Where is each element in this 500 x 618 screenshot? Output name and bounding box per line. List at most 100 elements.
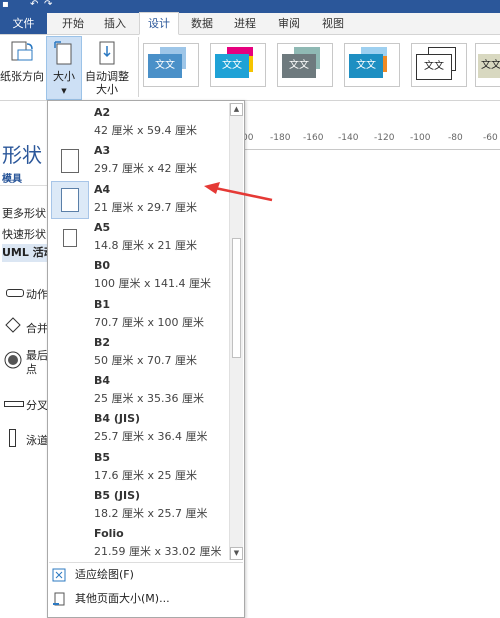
- theme-thumbnail-6[interactable]: 文文: [475, 43, 500, 87]
- page-size-option-b1[interactable]: B1 70.7 厘米 x 100 厘米: [48, 295, 228, 333]
- page-size-name: B4: [94, 374, 111, 388]
- dropdown-separator: [49, 562, 243, 563]
- page-size-name: B0: [94, 259, 111, 273]
- theme-swatch-front: 文文: [282, 54, 316, 78]
- redo-icon[interactable]: ↷: [44, 0, 52, 10]
- page-size-dropdown: A2 42 厘米 x 59.4 厘米 A3 29.7 厘米 x 42 厘米 A4 21 厘…: [47, 100, 245, 618]
- theme-thumbnail-2[interactable]: 文文: [210, 43, 266, 87]
- shapes-pane-title: 形状: [2, 143, 42, 167]
- fork-shape-icon: [4, 401, 24, 407]
- tab-review[interactable]: 审阅: [271, 13, 307, 34]
- page-size-name: A4: [94, 182, 111, 196]
- page-size-option-folio[interactable]: Folio 21.59 厘米 x 33.02 厘米: [48, 524, 228, 562]
- auto-size-icon: [99, 41, 115, 65]
- page-size-dimensions: 42 厘米 x 59.4 厘米: [94, 124, 197, 137]
- theme-swatch-front: 文文: [416, 54, 452, 80]
- ruler-tick: -80: [448, 133, 463, 143]
- page-thumbnail-icon: [61, 187, 79, 212]
- page-size-name: B1: [94, 297, 111, 311]
- scrollbar-thumb[interactable]: [232, 238, 241, 358]
- page-thumbnail-icon: [61, 149, 79, 174]
- theme-swatch-front: 文文: [349, 54, 383, 78]
- theme-thumbnail-5[interactable]: 文文: [411, 43, 467, 87]
- more-shapes-item[interactable]: 更多形状: [2, 205, 46, 221]
- tab-insert[interactable]: 插入: [97, 13, 133, 34]
- page-size-name: Folio: [94, 527, 124, 541]
- tab-process[interactable]: 进程: [227, 13, 263, 34]
- page-size-option-b4-jis[interactable]: B4 (JIS) 25.7 厘米 x 36.4 厘米: [48, 409, 228, 447]
- page-size-option-b0[interactable]: B0 100 厘米 x 141.4 厘米: [48, 256, 228, 294]
- theme-thumbnail-4[interactable]: 文文: [344, 43, 400, 87]
- tab-data[interactable]: 数据: [184, 13, 220, 34]
- ruler-tick: -160: [303, 133, 324, 143]
- shape-label-swimlane[interactable]: 泳道: [26, 432, 48, 448]
- app-icon: ▪: [2, 0, 9, 10]
- size-label: 大小: [53, 70, 75, 83]
- tab-view[interactable]: 视图: [315, 13, 351, 34]
- ruler-tick: -120: [374, 133, 395, 143]
- page-size-dimensions: 17.6 厘米 x 25 厘米: [94, 468, 197, 482]
- page-size-name: B4 (JIS): [94, 412, 141, 426]
- page-size-dimensions: 21.59 厘米 x 33.02 厘米: [94, 545, 222, 559]
- ribbon-divider: [138, 37, 139, 97]
- fit-to-drawing-item[interactable]: 适应绘图(F): [48, 565, 244, 585]
- theme-thumbnail-3[interactable]: 文文: [277, 43, 333, 87]
- orientation-button[interactable]: 纸张方向: [0, 37, 44, 83]
- page-size-icon: [54, 41, 72, 65]
- annotation-arrow-icon: [204, 182, 273, 202]
- tab-home[interactable]: 开始: [55, 13, 91, 34]
- page-size-dimensions: 70.7 厘米 x 100 厘米: [94, 315, 204, 329]
- page-size-option-a5[interactable]: A5 14.8 厘米 x 21 厘米: [48, 218, 228, 256]
- pane-divider: [0, 185, 47, 186]
- page-size-option-a3[interactable]: A3 29.7 厘米 x 42 厘米: [48, 141, 228, 179]
- uml-activity-stencil[interactable]: UML 活动: [2, 244, 47, 262]
- tab-file[interactable]: 文件: [0, 13, 47, 34]
- shape-label-merge[interactable]: 合并: [26, 320, 48, 336]
- page-size-option-b4[interactable]: B4 25 厘米 x 35.36 厘米: [48, 371, 228, 409]
- scroll-down-icon[interactable]: ▼: [230, 547, 243, 560]
- more-page-sizes-label: 其他页面大小(M)...: [75, 592, 170, 605]
- page-size-option-b2[interactable]: B2 50 厘米 x 70.7 厘米: [48, 333, 228, 371]
- stencil-tab[interactable]: 模具: [2, 170, 22, 185]
- theme-swatch-front: 文文: [215, 54, 249, 78]
- auto-size-label-2: 大小: [96, 83, 118, 96]
- quick-access-toolbar: ▪ ↶ ↷: [0, 0, 500, 13]
- scroll-up-icon[interactable]: ▲: [230, 103, 243, 116]
- ruler-tick: -180: [270, 133, 291, 143]
- page-size-name: A2: [94, 106, 111, 119]
- shape-label-fork[interactable]: 分叉: [26, 397, 48, 413]
- page-size-option-a2[interactable]: A2 42 厘米 x 59.4 厘米: [48, 103, 228, 141]
- tab-design[interactable]: 设计: [139, 12, 179, 35]
- undo-icon[interactable]: ↶: [30, 0, 38, 10]
- page-size-name: A5: [94, 220, 111, 234]
- ribbon-design: 纸张方向 大小 ▼ 自动调整 大小 页 文文 文文 文文 文文: [0, 35, 500, 116]
- more-page-sizes-item[interactable]: 其他页面大小(M)...: [48, 589, 244, 609]
- shape-label-node: 点: [26, 363, 37, 376]
- fit-drawing-icon: [52, 568, 66, 582]
- dropdown-scrollbar[interactable]: ▲ ▼: [229, 103, 243, 560]
- auto-size-button[interactable]: 自动调整 大小: [82, 37, 132, 96]
- final-node-icon: [4, 351, 22, 369]
- ruler-tick: -140: [338, 133, 359, 143]
- fit-to-drawing-label: 适应绘图(F): [75, 568, 134, 581]
- orientation-label: 纸张方向: [0, 70, 44, 83]
- ruler-tick: -60: [483, 133, 498, 143]
- page-size-dimensions: 100 厘米 x 141.4 厘米: [94, 277, 211, 291]
- page-size-name: B5 (JIS): [94, 489, 141, 502]
- page-size-dimensions: 50 厘米 x 70.7 厘米: [94, 353, 197, 367]
- ribbon-tab-bar: 文件 开始 插入 设计 数据 进程 审阅 视图: [0, 12, 500, 35]
- page-size-option-b5-jis[interactable]: B5 (JIS) 18.2 厘米 x 25.7 厘米: [48, 486, 228, 524]
- horizontal-ruler: 00 -180 -160 -140 -120 -100 -80 -60: [240, 131, 500, 150]
- merge-shape-icon: [5, 317, 21, 333]
- theme-thumbnail-1[interactable]: 文文: [143, 43, 199, 87]
- shape-label-action[interactable]: 动作: [26, 286, 48, 302]
- shapes-pane: 形状 模具 更多形状 快速形状 UML 活动 动作 合并 最后 点 分叉 泳道: [0, 101, 48, 616]
- ruler-tick: -100: [410, 133, 431, 143]
- page-size-option-b5[interactable]: B5 17.6 厘米 x 25 厘米: [48, 448, 228, 486]
- quick-shapes-item[interactable]: 快速形状: [2, 226, 46, 242]
- page-size-dimensions: 25 厘米 x 35.36 厘米: [94, 392, 204, 406]
- size-button[interactable]: 大小 ▼: [46, 36, 82, 100]
- auto-size-label-1: 自动调整: [85, 70, 129, 83]
- page-thumbnail-icon: [63, 228, 77, 247]
- action-shape-icon: [6, 289, 24, 297]
